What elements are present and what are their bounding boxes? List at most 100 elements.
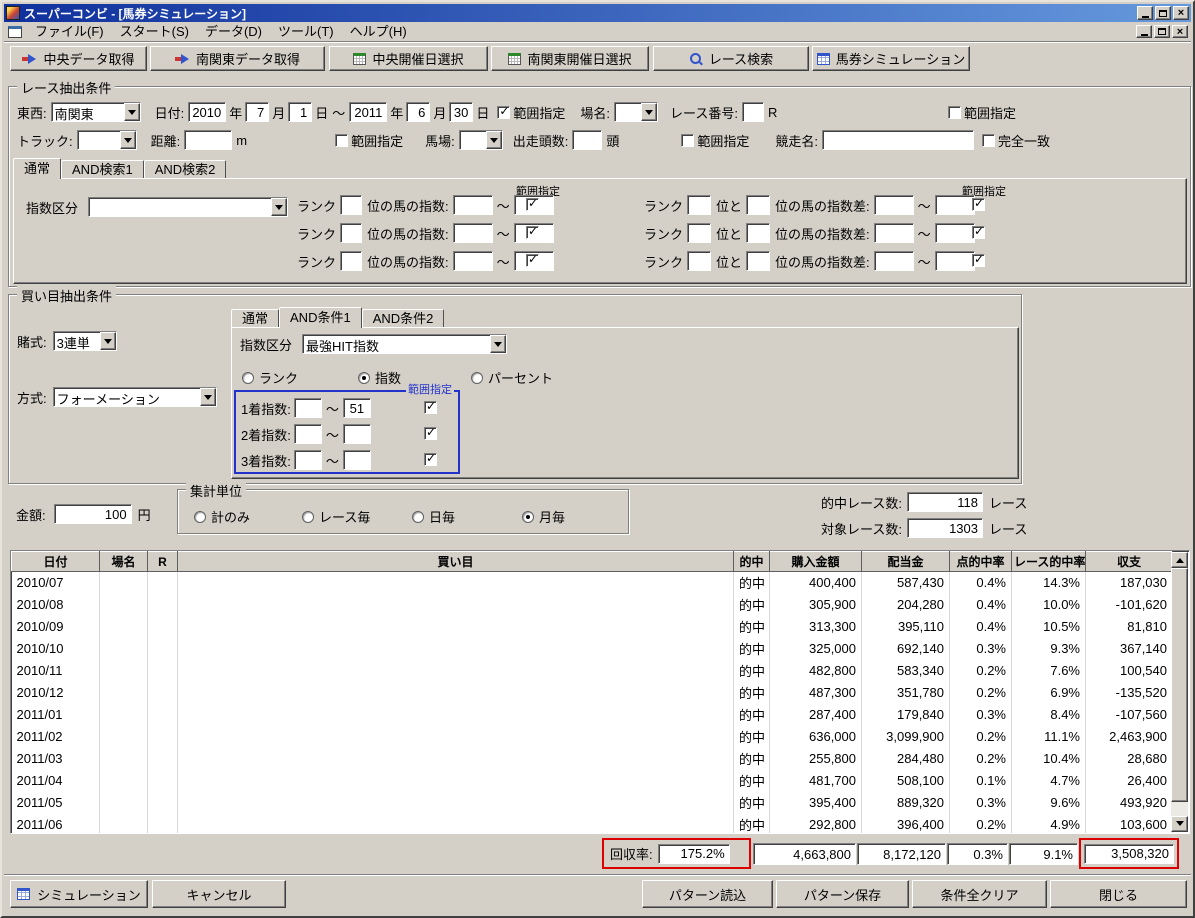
central-data-fetch-button[interactable]: 中央データ取得 [10,46,147,71]
scrollbar-thumb[interactable] [1171,568,1188,802]
radio-per-month[interactable]: 月毎 [522,507,565,526]
tab-and-condition-2[interactable]: AND条件2 [361,309,445,327]
menu-help[interactable]: ヘルプ(H) [342,23,415,41]
column-header[interactable]: 収支 [1085,551,1173,572]
range-checkbox[interactable] [424,451,437,466]
table-row[interactable]: 2010/07 的中 400,400 587,430 0.4% 14.3% 187,030 [11,571,1173,594]
table-row[interactable]: 2011/01 的中 287,400 179,840 0.3% 8.4% -107,560 [11,703,1173,726]
child-minimize-button[interactable] [1136,25,1152,38]
index-to-input[interactable]: 51 [342,398,371,418]
ticket-simulation-button[interactable]: 馬券シミュレーション [812,46,970,71]
track-select[interactable] [76,130,137,150]
mdi-child-icon[interactable] [8,25,22,38]
column-header[interactable]: 配当金 [861,551,950,572]
column-header[interactable]: 場名 [99,551,148,572]
tab-and-search-2[interactable]: AND検索2 [143,160,227,178]
place-range-checkbox[interactable] [948,106,961,119]
tab-normal[interactable]: 通常 [13,158,62,179]
scroll-down-button[interactable] [1171,816,1188,832]
rank-input[interactable] [340,223,363,243]
amount-input[interactable]: 100 [53,504,132,524]
column-header[interactable]: 日付 [11,551,100,572]
radio-per-day[interactable]: 日毎 [412,507,455,526]
baba-range-checkbox[interactable] [681,133,695,147]
distance-input[interactable] [184,130,233,150]
column-header[interactable]: 点的中率 [949,551,1012,572]
child-restore-button[interactable] [1154,25,1170,38]
radio-rank[interactable]: ランク [242,368,298,387]
index-class-select[interactable] [88,197,289,217]
diff-range-checkbox[interactable] [972,196,985,211]
date-range-checkbox[interactable] [497,104,511,119]
diff-to-input[interactable] [934,223,975,243]
race-search-button[interactable]: レース検索 [653,46,809,71]
table-row[interactable]: 2011/05 的中 395,400 889,320 0.3% 9.6% 493,920 [11,791,1173,814]
bet-type-select[interactable]: 3連単 [52,331,117,351]
rank-input[interactable] [340,195,363,215]
vertical-scrollbar[interactable] [1171,552,1188,832]
to-month-input[interactable]: 6 [406,102,431,122]
heads-input[interactable] [572,130,603,150]
diff-range-checkbox[interactable] [972,252,985,267]
tab-normal[interactable]: 通常 [231,309,280,327]
to-year-input[interactable]: 2011 [349,102,388,122]
tab-and-search-1[interactable]: AND検索1 [61,160,144,178]
index-range-checkbox[interactable] [526,196,539,211]
from-day-input[interactable]: 1 [288,102,313,122]
column-header[interactable]: 購入金額 [769,551,862,572]
child-close-button[interactable]: × [1172,25,1188,38]
column-header[interactable]: 的中 [733,551,770,572]
race-name-input[interactable] [822,130,975,150]
cancel-button[interactable]: キャンセル [152,880,286,908]
clear-all-conditions-button[interactable]: 条件全クリア [912,880,1047,908]
menu-start[interactable]: スタート(S) [112,23,197,41]
race-number-input[interactable] [741,102,764,122]
index-to-input[interactable] [342,450,371,470]
range-checkbox[interactable] [424,425,437,440]
baba-select[interactable] [458,130,503,150]
index-to-input[interactable] [342,424,371,444]
from-month-input[interactable]: 7 [245,102,270,122]
minamikanto-date-select-button[interactable]: 南関東開催日選択 [491,46,649,71]
table-row[interactable]: 2011/04 的中 481,700 508,100 0.1% 4.7% 26,400 [11,769,1173,792]
method-select[interactable]: フォーメーション [52,387,217,407]
maximize-button[interactable] [1155,6,1171,20]
radio-percent[interactable]: パーセント [471,368,553,387]
radio-per-race[interactable]: レース毎 [302,507,370,526]
index-from-input[interactable] [452,223,493,243]
table-row[interactable]: 2010/12 的中 487,300 351,780 0.2% 6.9% -135,520 [11,681,1173,704]
index-from-input[interactable] [452,251,493,271]
track-range-checkbox[interactable] [335,133,349,147]
minamikanto-data-fetch-button[interactable]: 南関東データ取得 [150,46,325,71]
rank-input[interactable] [340,251,363,271]
scroll-up-button[interactable] [1171,552,1188,568]
menu-tools[interactable]: ツール(T) [270,23,342,41]
pattern-load-button[interactable]: パターン読込 [642,880,773,908]
rank-a-input[interactable] [687,223,712,243]
central-date-select-button[interactable]: 中央開催日選択 [329,46,488,71]
menu-data[interactable]: データ(D) [197,23,270,41]
menu-file[interactable]: ファイル(F) [27,23,112,41]
column-header[interactable]: 買い目 [177,551,734,572]
rank-b-input[interactable] [746,251,771,271]
table-row[interactable]: 2010/09 的中 313,300 395,110 0.4% 10.5% 81,810 [11,615,1173,638]
close-button[interactable]: × [1173,6,1189,20]
range-checkbox[interactable] [424,399,437,414]
simulation-button[interactable]: シミュレーション [10,880,148,908]
table-row[interactable]: 2011/02 的中 636,000 3,099,900 0.2% 11.1% 2,463,… [11,725,1173,748]
exact-match-checkbox[interactable] [982,133,996,147]
table-row[interactable]: 2011/03 的中 255,800 284,480 0.2% 10.4% 28,680 [11,747,1173,770]
diff-range-checkbox[interactable] [972,224,985,239]
diff-from-input[interactable] [873,223,914,243]
table-row[interactable]: 2010/11 的中 482,800 583,340 0.2% 7.6% 100,540 [11,659,1173,682]
from-year-input[interactable]: 2010 [188,102,227,122]
pattern-save-button[interactable]: パターン保存 [776,880,909,908]
radio-index[interactable]: 指数 [358,368,401,387]
index-from-input[interactable] [293,424,322,444]
rank-a-input[interactable] [687,251,712,271]
column-header[interactable]: R [147,551,178,572]
place-select[interactable] [614,102,658,122]
close-window-button[interactable]: 閉じる [1050,880,1187,908]
minimize-button[interactable] [1137,6,1153,20]
east-west-select[interactable]: 南関東 [50,102,141,122]
